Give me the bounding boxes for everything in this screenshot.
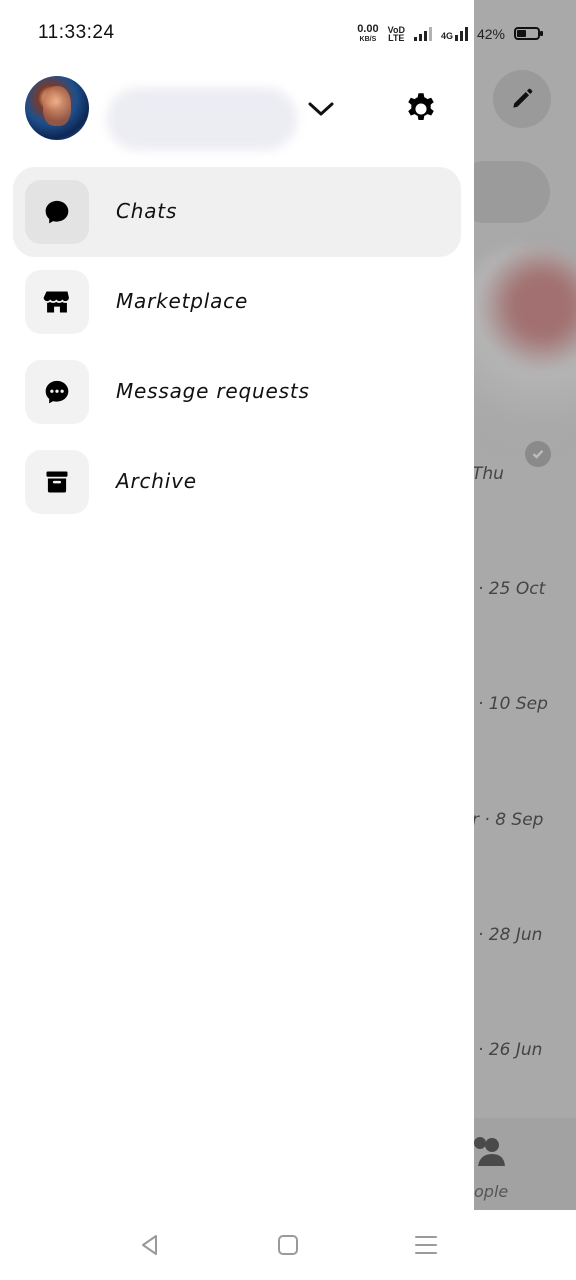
menu-item-marketplace[interactable]: Marketplace [13,257,461,347]
battery-percent: 42% [476,25,505,42]
battery-icon [514,27,543,40]
settings-button[interactable] [400,88,442,130]
network-type: 4G [440,30,453,41]
network-speed-value: 0.00 [357,23,379,35]
status-indicators: 0.00 KB/S VoD LTE 4G 42% [357,23,543,44]
mobile-data-icon: 4G [440,26,468,41]
menu-label-archive: Archive [116,469,197,493]
gear-icon [408,93,434,120]
status-bar: 11:33:24 0.00 KB/S VoD LTE 4G 42% [0,0,576,70]
message-requests-icon [45,380,69,404]
menu-label-chats: Chats [116,199,178,223]
blurred-story-avatar [474,246,576,446]
compose-button [493,70,551,128]
home-square-icon [278,1235,298,1255]
status-time: 11:33:24 [38,22,115,43]
volte-icon: VoD LTE [388,25,405,43]
bottom-nav-background: ople [474,1118,576,1210]
menu-item-archive[interactable]: Archive [13,437,461,527]
storefront-icon [43,291,69,313]
chat-time: · 28 Jun [478,925,543,945]
menu-icon-box [25,360,89,424]
menu-icon-box [25,180,89,244]
back-button[interactable] [136,1232,164,1258]
system-navigation-bar [0,1210,576,1280]
people-icon [474,1137,505,1166]
back-triangle-icon [142,1235,157,1255]
menu-icon-box [25,450,89,514]
menu-icon-box [25,270,89,334]
signal-strength-icon [413,26,432,41]
menu-item-message-requests[interactable]: Message requests [13,347,461,437]
profile-avatar[interactable] [25,76,89,140]
menu-item-chats[interactable]: Chats [13,167,461,257]
chat-time: Thu [474,464,504,484]
network-speed: 0.00 KB/S [357,23,379,44]
chat-time: · 26 Jun [478,1040,543,1060]
navigation-drawer: Chats Marketplace Message requests Archi… [0,0,474,1210]
account-switch-button[interactable] [306,96,336,122]
chat-time: · 25 Oct [478,579,546,599]
chevron-down-icon [308,102,334,116]
chat-time: r · 8 Sep [474,810,544,830]
network-speed-unit: KB/S [359,36,377,43]
chat-bubble-icon [45,200,69,224]
menu-label-marketplace: Marketplace [116,289,249,313]
chats-screen-overlay[interactable]: Thu · 25 Oct · 10 Sep r · 8 Sep · 28 Jun… [474,0,576,1210]
read-receipt-icon [525,441,551,467]
search-bar-background [474,161,550,223]
drawer-menu: Chats Marketplace Message requests Archi… [13,167,461,527]
menu-label-message-requests: Message requests [116,379,310,403]
people-tab-label: ople [474,1182,509,1201]
battery-fill [517,30,527,37]
volte-line-2: LTE [388,32,405,43]
archive-box-icon [46,471,68,493]
profile-name-redacted[interactable] [107,88,297,150]
menu-lines-icon [415,1236,437,1254]
home-button[interactable] [274,1232,302,1258]
pencil-icon [513,88,533,108]
recents-button[interactable] [412,1232,440,1258]
chat-time: · 10 Sep [478,694,548,714]
